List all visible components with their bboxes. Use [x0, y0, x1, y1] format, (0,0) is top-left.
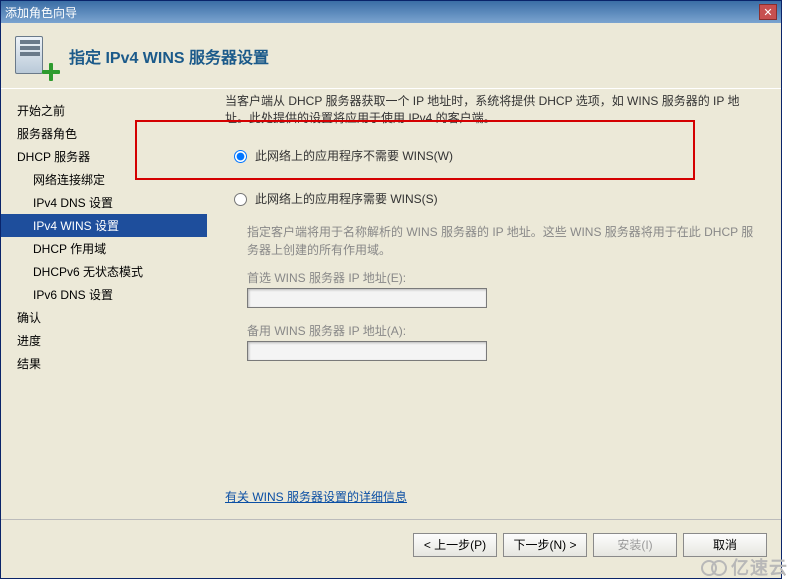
wizard-footer: < 上一步(P) 下一步(N) > 安装(I) 取消 [1, 519, 781, 569]
more-info-link[interactable]: 有关 WINS 服务器设置的详细信息 [225, 488, 407, 505]
watermark: 亿速云 [701, 554, 788, 580]
sidebar-item-4[interactable]: IPv4 DNS 设置 [1, 191, 207, 214]
radio-need-wins-label: 此网络上的应用程序需要 WINS(S) [255, 190, 438, 207]
radio-no-wins-row[interactable]: 此网络上的应用程序不需要 WINS(W) [229, 147, 763, 164]
content-pane: 当客户端从 DHCP 服务器获取一个 IP 地址时，系统将提供 DHCP 选项，… [207, 89, 781, 519]
prev-button[interactable]: < 上一步(P) [413, 533, 497, 557]
page-title: 指定 IPv4 WINS 服务器设置 [69, 44, 269, 68]
cancel-button[interactable]: 取消 [683, 533, 767, 557]
server-add-icon [13, 34, 57, 78]
install-button[interactable]: 安装(I) [593, 533, 677, 557]
sidebar-item-5[interactable]: IPv4 WINS 设置 [1, 214, 207, 237]
radio-no-wins-label: 此网络上的应用程序不需要 WINS(W) [255, 147, 453, 164]
watermark-icon [701, 558, 729, 576]
sidebar-item-2[interactable]: DHCP 服务器 [1, 145, 207, 168]
close-button[interactable]: ✕ [759, 4, 777, 20]
window-title: 添加角色向导 [5, 4, 77, 21]
watermark-text: 亿速云 [731, 554, 788, 580]
radio-need-wins[interactable] [234, 193, 247, 206]
radio-no-wins[interactable] [234, 150, 247, 163]
description-text: 当客户端从 DHCP 服务器获取一个 IP 地址时，系统将提供 DHCP 选项，… [225, 93, 763, 127]
sidebar-item-10[interactable]: 进度 [1, 329, 207, 352]
sidebar-item-9[interactable]: 确认 [1, 306, 207, 329]
sidebar-item-3[interactable]: 网络连接绑定 [1, 168, 207, 191]
alternate-wins-label: 备用 WINS 服务器 IP 地址(A): [247, 322, 763, 339]
titlebar[interactable]: 添加角色向导 ✕ [1, 1, 781, 23]
sidebar-item-7[interactable]: DHCPv6 无状态模式 [1, 260, 207, 283]
next-button[interactable]: 下一步(N) > [503, 533, 587, 557]
alternate-wins-input[interactable] [247, 341, 487, 361]
wins-hint-text: 指定客户端将用于名称解析的 WINS 服务器的 IP 地址。这些 WINS 服务… [247, 223, 763, 259]
preferred-wins-label: 首选 WINS 服务器 IP 地址(E): [247, 269, 763, 286]
sidebar-item-8[interactable]: IPv6 DNS 设置 [1, 283, 207, 306]
sidebar-item-6[interactable]: DHCP 作用域 [1, 237, 207, 260]
sidebar-item-11[interactable]: 结果 [1, 352, 207, 375]
radio-need-wins-row[interactable]: 此网络上的应用程序需要 WINS(S) [229, 190, 763, 207]
sidebar-item-1[interactable]: 服务器角色 [1, 122, 207, 145]
wizard-steps-sidebar: 开始之前服务器角色DHCP 服务器网络连接绑定IPv4 DNS 设置IPv4 W… [1, 89, 207, 519]
wizard-header: 指定 IPv4 WINS 服务器设置 [1, 23, 781, 89]
wizard-window: 添加角色向导 ✕ 指定 IPv4 WINS 服务器设置 开始之前服务器角色DHC… [0, 0, 782, 579]
preferred-wins-input[interactable] [247, 288, 487, 308]
sidebar-item-0[interactable]: 开始之前 [1, 99, 207, 122]
